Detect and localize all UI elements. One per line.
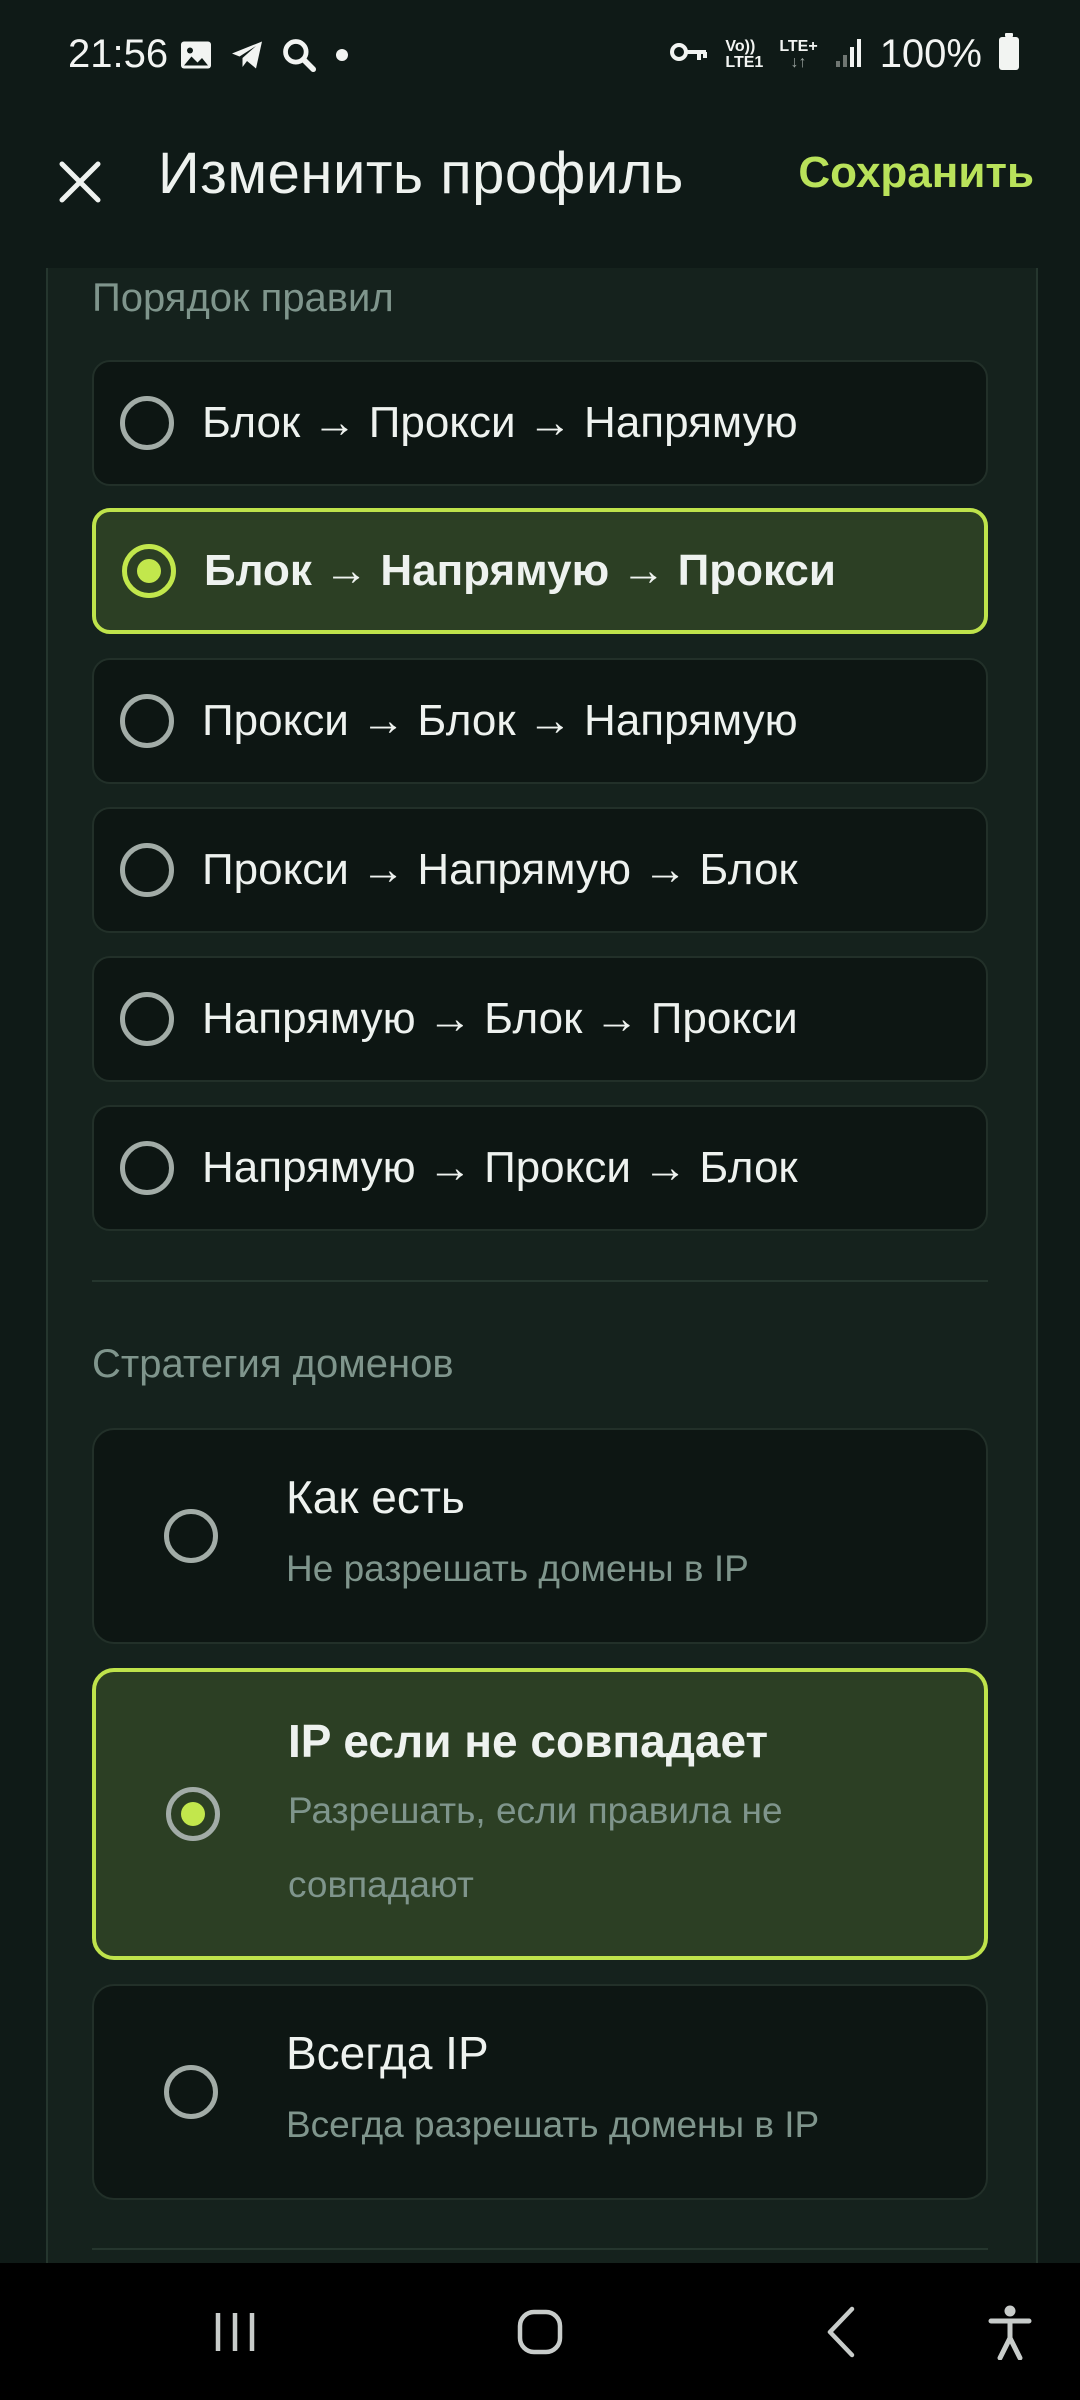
navigation-bar [0,2263,1080,2400]
accessibility-button[interactable] [970,2263,1050,2400]
radio-unchecked-icon [164,1509,218,1563]
battery-percent: 100% [879,32,982,76]
home-button[interactable] [490,2263,590,2400]
save-button[interactable]: Сохранить [798,148,1034,198]
dot-icon [332,45,352,70]
option-label: Прокси → Напрямую → Блок [202,845,798,894]
settings-panel[interactable]: Порядок правил Блок → Прокси → Напрямую … [46,268,1038,2263]
rule-order-option[interactable]: Напрямую → Блок → Прокси [92,956,988,1082]
close-icon [59,161,101,203]
recent-apps-button[interactable] [190,2263,280,2400]
status-bar: 21:56 Vo)) LTE1 LTE+ ↓↑ 100% [0,0,1080,120]
app-bar: Изменить профиль Сохранить [0,120,1080,268]
radio-checked-icon [122,544,176,598]
option-label: Напрямую → Блок → Прокси [202,994,798,1043]
domain-strategy-option[interactable]: Как есть Не разрешать домены в IP [92,1428,988,1644]
back-button[interactable] [800,2263,880,2400]
gallery-icon [178,37,214,78]
section-divider [92,1280,988,1282]
radio-unchecked-icon [164,2065,218,2119]
section-divider [92,2248,988,2250]
recent-apps-icon [215,2312,255,2351]
option-label: Блок → Напрямую → Прокси [204,546,836,595]
volte-icon: Vo)) LTE1 [725,37,764,71]
option-label: Напрямую → Прокси → Блок [202,1143,798,1192]
system-status-icons: Vo)) LTE1 LTE+ ↓↑ 100% [669,32,1020,77]
radio-checked-icon [166,1787,220,1841]
option-subtitle: Разрешать, если правила не совпадают [288,1790,783,1905]
option-title: Как есть [286,1471,465,1523]
option-title: Всегда IP [286,2027,489,2079]
notification-icons [178,36,352,79]
option-subtitle: Не разрешать домены в IP [286,1548,749,1589]
battery-icon [998,33,1020,76]
vpn-key-icon [669,38,709,71]
home-icon [517,2309,563,2354]
rule-order-label: Порядок правил [92,276,394,320]
option-label: Прокси → Блок → Напрямую [202,696,798,745]
accessibility-icon [988,2305,1032,2360]
page-title: Изменить профиль [158,141,684,206]
telegram-icon [228,37,266,78]
radio-unchecked-icon [120,694,174,748]
signal-icon [834,35,864,74]
rule-order-option-selected[interactable]: Блок → Напрямую → Прокси [92,508,988,634]
back-icon [827,2306,855,2357]
status-time: 21:56 [68,32,169,76]
search-icon [280,36,318,79]
option-subtitle: Всегда разрешать домены в IP [286,2104,820,2145]
option-label: Блок → Прокси → Напрямую [202,398,798,447]
option-title: IP если не совпадает [288,1715,769,1767]
domain-strategy-option[interactable]: Всегда IP Всегда разрешать домены в IP [92,1984,988,2200]
radio-unchecked-icon [120,1141,174,1195]
rule-order-option[interactable]: Напрямую → Прокси → Блок [92,1105,988,1231]
domain-strategy-label: Стратегия доменов [92,1342,454,1386]
radio-unchecked-icon [120,843,174,897]
lte-icon: LTE+ ↓↑ [779,37,818,71]
radio-unchecked-icon [120,396,174,450]
rule-order-option[interactable]: Прокси → Блок → Напрямую [92,658,988,784]
domain-strategy-option-selected[interactable]: IP если не совпадает Разрешать, если пра… [92,1668,988,1960]
rule-order-option[interactable]: Прокси → Напрямую → Блок [92,807,988,933]
rule-order-option[interactable]: Блок → Прокси → Напрямую [92,360,988,486]
close-button[interactable] [44,146,116,218]
radio-unchecked-icon [120,992,174,1046]
